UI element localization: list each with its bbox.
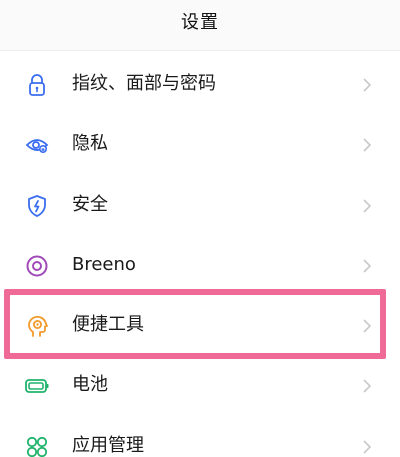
settings-item-label: 便捷工具 [72, 314, 144, 335]
settings-item-label: 隐私 [72, 133, 108, 154]
chevron-right-icon [362, 77, 372, 92]
page-title: 设置 [181, 12, 219, 33]
settings-item-security[interactable]: 安全 [0, 177, 400, 235]
chevron-right-icon [362, 378, 372, 393]
settings-item-fingerprint-face-password[interactable]: 指纹、面部与密码 [0, 56, 400, 114]
header-bar: 设置 [0, 0, 400, 51]
settings-item-label: 指纹、面部与密码 [72, 73, 216, 94]
chevron-right-icon [362, 137, 372, 152]
privacy-eye-icon [24, 132, 50, 158]
settings-item-label: 应用管理 [72, 435, 144, 456]
shield-icon [24, 193, 50, 219]
apps-grid-icon [24, 434, 50, 457]
settings-item-battery[interactable]: 电池 [0, 357, 400, 415]
chevron-right-icon [362, 318, 372, 333]
breeno-ring-icon [24, 253, 50, 279]
settings-item-breeno[interactable]: Breeno [0, 237, 400, 295]
chevron-right-icon [362, 198, 372, 213]
settings-item-convenience-tools[interactable]: 便捷工具 [0, 297, 400, 355]
settings-item-label: 电池 [72, 374, 108, 395]
chevron-right-icon [362, 258, 372, 273]
settings-screen: 设置 指纹、面部与密码 隐私 安全 Breeno 便捷工具 电池 应用管理 [0, 0, 400, 457]
battery-icon [24, 373, 50, 399]
chevron-right-icon [362, 439, 372, 454]
settings-item-label: 安全 [72, 194, 108, 215]
lock-icon [24, 72, 50, 98]
settings-item-privacy[interactable]: 隐私 [0, 116, 400, 174]
settings-item-app-management[interactable]: 应用管理 [0, 418, 400, 457]
settings-item-label: Breeno [72, 254, 136, 275]
head-target-icon [24, 313, 50, 339]
